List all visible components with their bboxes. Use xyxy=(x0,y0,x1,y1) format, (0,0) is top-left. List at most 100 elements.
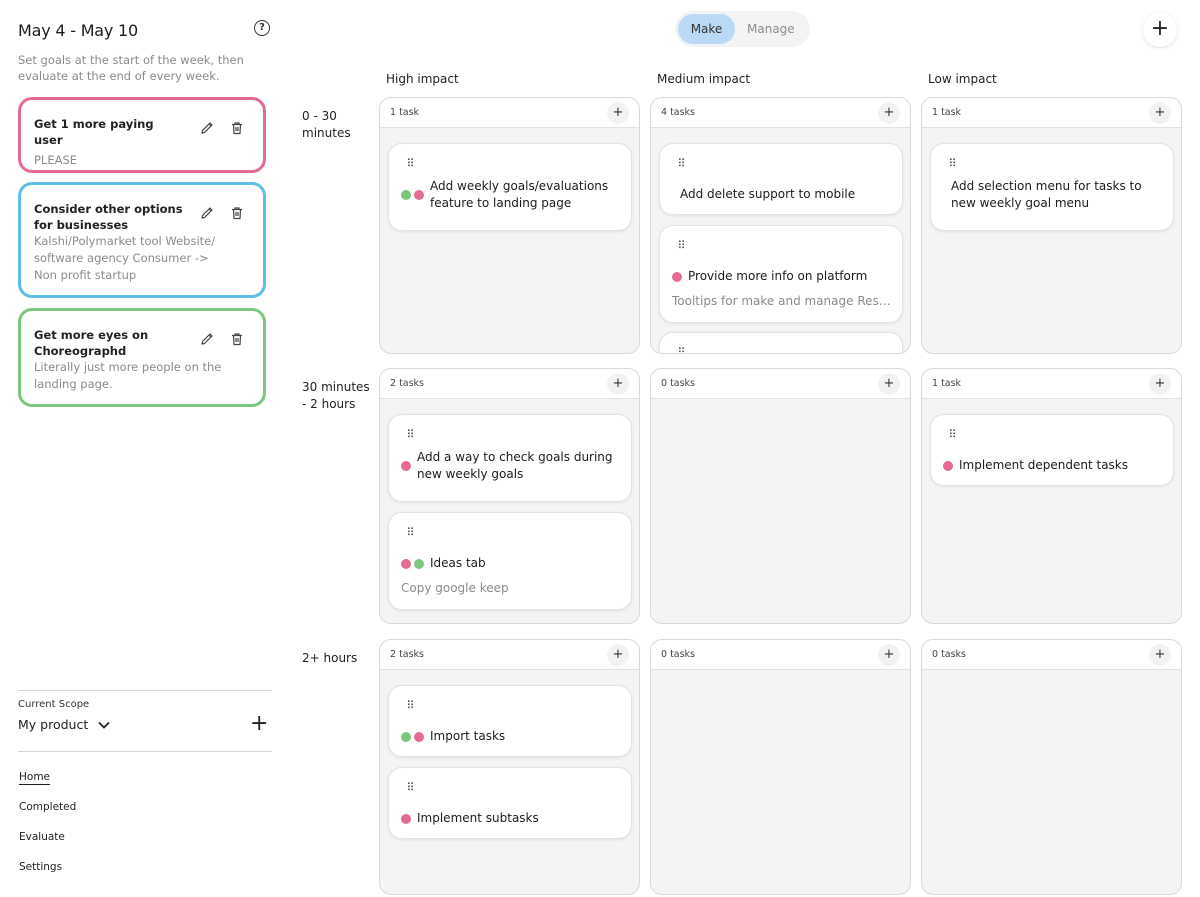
goal-card[interactable]: Get 1 more paying user PLEASE xyxy=(18,97,266,173)
drag-handle-icon[interactable]: ⠿ xyxy=(672,238,690,256)
task-card[interactable]: ⠿ Implement dependent tasks xyxy=(930,414,1174,486)
task-body: Add a way to check goals during new week… xyxy=(401,449,621,483)
cell-add-button[interactable]: + xyxy=(878,373,900,395)
drag-handle-icon[interactable]: ⠿ xyxy=(401,427,419,445)
scope-select[interactable]: My product xyxy=(18,717,110,732)
cell-header: 1 task + xyxy=(380,98,639,128)
edit-icon[interactable] xyxy=(199,331,215,347)
cell-add-button[interactable]: + xyxy=(607,644,629,666)
trash-icon[interactable] xyxy=(229,331,245,347)
goal-tag-dot xyxy=(401,190,411,200)
cell-header: 0 tasks + xyxy=(651,640,910,670)
goal-actions xyxy=(199,331,245,347)
task-title: Implement subtasks xyxy=(417,811,539,825)
goal-tag-dot xyxy=(943,460,953,471)
task-title: Add weekly goals/evaluations feature to … xyxy=(430,179,609,210)
cell-add-button[interactable]: + xyxy=(1149,373,1171,395)
task-body: Implement subtasks xyxy=(401,810,621,827)
drag-handle-icon[interactable]: ⠿ xyxy=(943,156,961,174)
trash-icon[interactable] xyxy=(229,120,245,136)
task-card[interactable]: ⠿ Add a way to check goals during new wee… xyxy=(388,414,632,502)
goal-tags xyxy=(672,271,682,282)
board-cell: 1 task + ⠿ Add weekly goals/evaluations fea… xyxy=(379,97,640,354)
edit-icon[interactable] xyxy=(199,205,215,221)
goal-card[interactable]: Get more eyes on Choreographd Literally … xyxy=(18,308,266,407)
row-label-short: 0 - 30 minutes xyxy=(302,109,351,140)
help-icon[interactable]: ? xyxy=(254,20,270,36)
task-title: Add selection menu for tasks to new week… xyxy=(951,179,1142,210)
goal-tags xyxy=(943,460,953,471)
task-card[interactable]: ⠿ Add weekly goals/evaluations feature to… xyxy=(388,143,632,231)
cell-header: 2 tasks + xyxy=(380,640,639,670)
task-count: 4 tasks xyxy=(661,107,696,118)
drag-handle-icon[interactable]: ⠿ xyxy=(943,427,961,445)
cell-header: 4 tasks + xyxy=(651,98,910,128)
cell-add-button[interactable]: + xyxy=(1149,644,1171,666)
board-cell: 4 tasks + ⠿ Add delete support to mobile ⠿ Pr… xyxy=(650,97,911,354)
nav-settings[interactable]: Settings xyxy=(19,861,62,873)
goal-tag-dot xyxy=(672,271,682,282)
row-label-long: 2+ hours xyxy=(302,651,358,665)
column-header-high: High impact xyxy=(386,72,459,86)
task-count: 2 tasks xyxy=(390,649,425,660)
board-cell: 0 tasks + xyxy=(921,639,1182,895)
goal-actions xyxy=(199,120,245,136)
task-body: Add selection menu for tasks to new week… xyxy=(951,178,1163,212)
task-body: Ideas tab xyxy=(401,555,621,572)
task-body: Provide more info on platform xyxy=(672,268,892,285)
task-card[interactable]: ⠿ Provide more info on platform Tooltips f… xyxy=(659,225,903,323)
cell-add-button[interactable]: + xyxy=(607,373,629,395)
task-count: 0 tasks xyxy=(661,649,696,660)
chevron-down-icon xyxy=(98,721,110,729)
goal-title: Get more eyes on Choreographd xyxy=(34,328,149,358)
goal-description: Literally just more people on the landin… xyxy=(34,360,222,391)
task-card[interactable]: ⠿ xyxy=(659,332,903,353)
task-count: 0 tasks xyxy=(661,378,696,389)
goal-actions xyxy=(199,205,245,221)
add-task-button[interactable]: + xyxy=(1143,13,1177,47)
board-cell: 0 tasks + xyxy=(650,639,911,895)
nav-completed[interactable]: Completed xyxy=(19,801,76,813)
task-body: Add weekly goals/evaluations feature to … xyxy=(401,178,621,212)
week-subtitle: Set goals at the start of the week, then… xyxy=(18,53,244,83)
column-header-low: Low impact xyxy=(928,72,997,86)
goal-card[interactable]: Consider other options for businesses Ka… xyxy=(18,182,266,298)
task-count: 1 task xyxy=(932,107,962,118)
task-card[interactable]: ⠿ Add delete support to mobile xyxy=(659,143,903,215)
task-body: Implement dependent tasks xyxy=(943,457,1163,474)
task-count: 1 task xyxy=(390,107,420,118)
goal-description: PLEASE xyxy=(34,153,78,167)
row-label-medium: 30 minutes - 2 hours xyxy=(302,380,370,411)
task-card[interactable]: ⠿ Ideas tab Copy google keep xyxy=(388,512,632,610)
add-scope-button[interactable]: + xyxy=(250,713,268,735)
drag-handle-icon[interactable]: ⠿ xyxy=(672,156,690,174)
task-title: Provide more info on platform xyxy=(688,269,868,283)
cell-add-button[interactable]: + xyxy=(878,644,900,666)
goal-tags xyxy=(401,731,424,742)
cell-header: 0 tasks + xyxy=(922,640,1181,670)
task-card[interactable]: ⠿ Add selection menu for tasks to new wee… xyxy=(930,143,1174,231)
drag-handle-icon[interactable]: ⠿ xyxy=(672,345,690,353)
goal-tags xyxy=(401,813,411,824)
make-tab[interactable]: Make xyxy=(678,14,735,44)
edit-icon[interactable] xyxy=(199,120,215,136)
goal-tag-dot xyxy=(401,558,411,569)
nav-home[interactable]: Home xyxy=(19,771,50,783)
goal-tag-dot xyxy=(401,731,411,742)
cell-add-button[interactable]: + xyxy=(607,102,629,124)
drag-handle-icon[interactable]: ⠿ xyxy=(401,780,419,798)
trash-icon[interactable] xyxy=(229,205,245,221)
cell-add-button[interactable]: + xyxy=(1149,102,1171,124)
task-count: 1 task xyxy=(932,378,962,389)
task-count: 2 tasks xyxy=(390,378,425,389)
goal-description: Kalshi/Polymarket tool Website/ software… xyxy=(34,234,216,282)
nav-evaluate[interactable]: Evaluate xyxy=(19,831,65,843)
cell-add-button[interactable]: + xyxy=(878,102,900,124)
scope-value: My product xyxy=(18,717,89,732)
task-card[interactable]: ⠿ Implement subtasks xyxy=(388,767,632,839)
task-card[interactable]: ⠿ Import tasks xyxy=(388,685,632,757)
manage-tab[interactable]: Manage xyxy=(747,14,795,44)
drag-handle-icon[interactable]: ⠿ xyxy=(401,156,419,174)
drag-handle-icon[interactable]: ⠿ xyxy=(401,698,419,716)
drag-handle-icon[interactable]: ⠿ xyxy=(401,525,419,543)
